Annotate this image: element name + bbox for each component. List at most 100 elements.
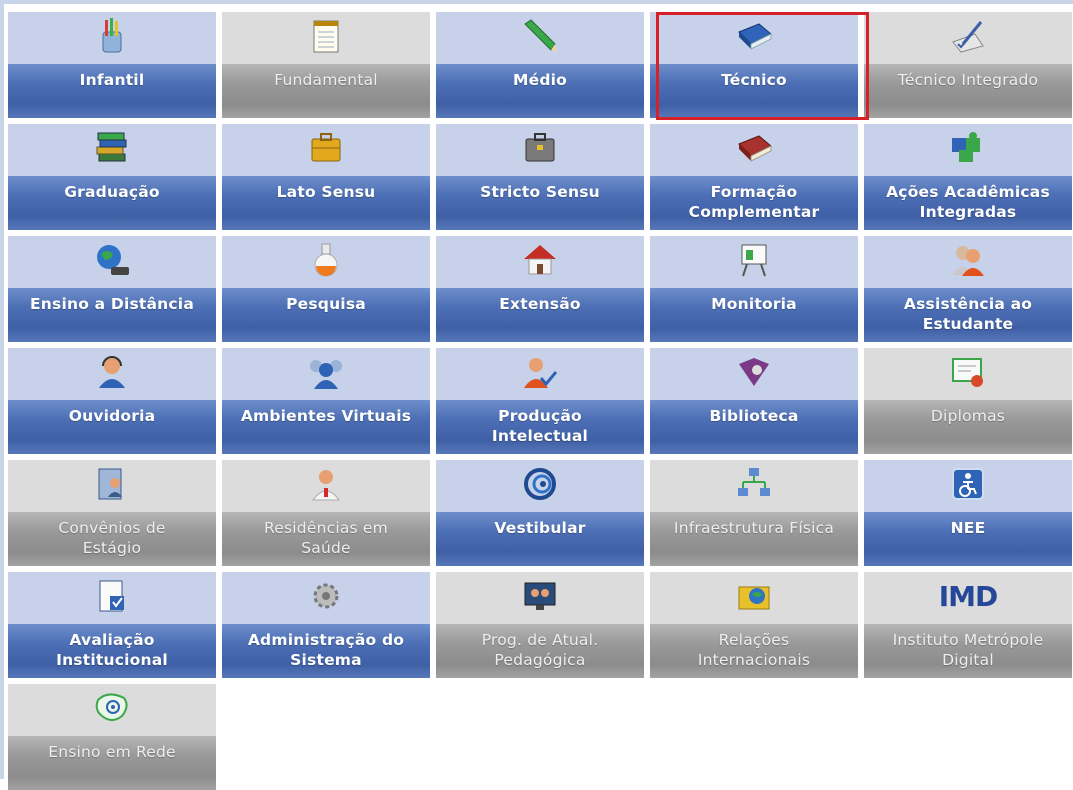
module-tile-diplomas[interactable]: Diplomas (864, 348, 1072, 454)
tile-label-line-2: Pedagógica (494, 651, 586, 669)
tile-label: Ações Acadêmicas Integradas (864, 182, 1072, 222)
tile-label-line-1: Biblioteca (709, 407, 799, 425)
tile-icon-area (436, 348, 644, 400)
tile-label-line-1: NEE (950, 519, 986, 537)
tile-icon-area (8, 236, 216, 288)
module-tile-tecnico[interactable]: Técnico (650, 12, 858, 118)
tile-label: Residências em Saúde (222, 518, 430, 558)
module-tile-biblioteca[interactable]: Biblioteca (650, 348, 858, 454)
tile-label-line-1: Técnico (721, 71, 787, 89)
tile-label-line-1: Ouvidoria (68, 407, 156, 425)
tile-icon-area (222, 572, 430, 624)
module-tile-ensino-distancia[interactable]: Ensino a Distância (8, 236, 216, 342)
tile-label-line-1: Infraestrutura Física (673, 519, 835, 537)
module-tile-prog-atual-pedagogica[interactable]: Prog. de Atual. Pedagógica (436, 572, 644, 678)
module-tile-vestibular[interactable]: Vestibular (436, 460, 644, 566)
tile-icon-area (436, 460, 644, 512)
module-tile-lato-sensu[interactable]: Lato Sensu (222, 124, 430, 230)
tile-label-line-1: Instituto Metrópole (892, 631, 1044, 649)
house-icon (520, 242, 560, 278)
spiral-logo-icon (520, 466, 560, 502)
flask-icon (306, 242, 346, 278)
tile-label: Avaliação Institucional (8, 630, 216, 670)
module-tile-acoes-academicas[interactable]: Ações Acadêmicas Integradas (864, 124, 1072, 230)
module-tile-formacao-complementar[interactable]: Formação Complementar (650, 124, 858, 230)
tile-icon-area (864, 348, 1072, 400)
tile-label-line-1: Ensino em Rede (48, 743, 176, 761)
module-tile-avaliacao-institucional[interactable]: Avaliação Institucional (8, 572, 216, 678)
tile-label-line-1: Ambientes Virtuais (240, 407, 412, 425)
module-tile-relacoes-internacionais[interactable]: Relações Internacionais (650, 572, 858, 678)
users-icon (948, 242, 988, 278)
tile-label-line-1: Produção (498, 407, 582, 425)
tile-icon-area (864, 124, 1072, 176)
tile-label: Monitoria (650, 294, 858, 314)
document-check-icon (92, 578, 132, 614)
video-conference-icon (520, 578, 560, 614)
tile-label: Ensino em Rede (8, 742, 216, 762)
tile-label-line-1: Avaliação (69, 631, 155, 649)
module-tile-residencias-saude[interactable]: Residências em Saúde (222, 460, 430, 566)
globe-folder-icon (734, 578, 774, 614)
tile-label: Relações Internacionais (650, 630, 858, 670)
tile-label: Fundamental (222, 70, 430, 90)
module-tile-ouvidoria[interactable]: Ouvidoria (8, 348, 216, 454)
modules-grid: Infantil Fundamental Médio Técnico Técnico I… (8, 12, 1072, 790)
yellow-briefcase-icon (306, 130, 346, 166)
module-tile-monitoria[interactable]: Monitoria (650, 236, 858, 342)
tile-label-line-2: Sistema (290, 651, 362, 669)
tile-label: Lato Sensu (222, 182, 430, 202)
tile-label-line-2: Intelectual (491, 427, 589, 445)
module-tile-convenios-estagio[interactable]: Convênios de Estágio (8, 460, 216, 566)
tile-icon-area (222, 460, 430, 512)
tile-label-line-1: Convênios de (58, 519, 166, 537)
tile-icon-area (222, 236, 430, 288)
module-tile-infantil[interactable]: Infantil (8, 12, 216, 118)
tile-icon-area (8, 12, 216, 64)
tile-label: Infraestrutura Física (650, 518, 858, 538)
tile-icon-area (650, 12, 858, 64)
tile-label-line-1: Prog. de Atual. (481, 631, 599, 649)
module-tile-nee[interactable]: NEE (864, 460, 1072, 566)
module-tile-ambientes-virtuais[interactable]: Ambientes Virtuais (222, 348, 430, 454)
module-tile-tecnico-integrado[interactable]: Técnico Integrado (864, 12, 1072, 118)
tile-label: Assistência ao Estudante (864, 294, 1072, 334)
tile-icon-area (436, 572, 644, 624)
module-tile-extensao[interactable]: Extensão (436, 236, 644, 342)
module-tile-administracao-sistema[interactable]: Administração do Sistema (222, 572, 430, 678)
module-tile-medio[interactable]: Médio (436, 12, 644, 118)
tile-label-line-2: Digital (942, 651, 994, 669)
accessibility-icon (948, 466, 988, 502)
open-book-icon (734, 354, 774, 390)
module-tile-instituto-metropole[interactable]: IMD Instituto Metrópole Digital (864, 572, 1072, 678)
tile-label-line-1: Técnico Integrado (897, 71, 1039, 89)
tile-label: Ambientes Virtuais (222, 406, 430, 426)
user-group-icon (306, 354, 346, 390)
tile-label: Técnico Integrado (864, 70, 1072, 90)
module-tile-infraestrutura-fisica[interactable]: Infraestrutura Física (650, 460, 858, 566)
tile-label: Infantil (8, 70, 216, 90)
tile-label-line-1: Fundamental (274, 71, 378, 89)
presentation-board-icon (734, 242, 774, 278)
tile-label: Pesquisa (222, 294, 430, 314)
network-icon (734, 466, 774, 502)
module-tile-assistencia-estudante[interactable]: Assistência ao Estudante (864, 236, 1072, 342)
module-tile-ensino-em-rede[interactable]: Ensino em Rede (8, 684, 216, 790)
headset-user-icon (92, 354, 132, 390)
module-tile-producao-intelectual[interactable]: Produção Intelectual (436, 348, 644, 454)
module-tile-pesquisa[interactable]: Pesquisa (222, 236, 430, 342)
tile-label-line-1: Graduação (64, 183, 160, 201)
checklist-pen-icon (948, 18, 988, 54)
tile-label-line-2: Estudante (922, 315, 1014, 333)
tile-icon-area (650, 460, 858, 512)
module-tile-fundamental[interactable]: Fundamental (222, 12, 430, 118)
module-tile-graduacao[interactable]: Graduação (8, 124, 216, 230)
tile-icon-area (650, 124, 858, 176)
tile-label-line-1: Residências em (264, 519, 388, 537)
tile-label-line-2: Complementar (688, 203, 820, 221)
module-tile-stricto-sensu[interactable]: Stricto Sensu (436, 124, 644, 230)
tile-icon-area (864, 460, 1072, 512)
tile-label: Médio (436, 70, 644, 90)
tile-label-line-1: Assistência ao (903, 295, 1033, 313)
tile-label: Ouvidoria (8, 406, 216, 426)
